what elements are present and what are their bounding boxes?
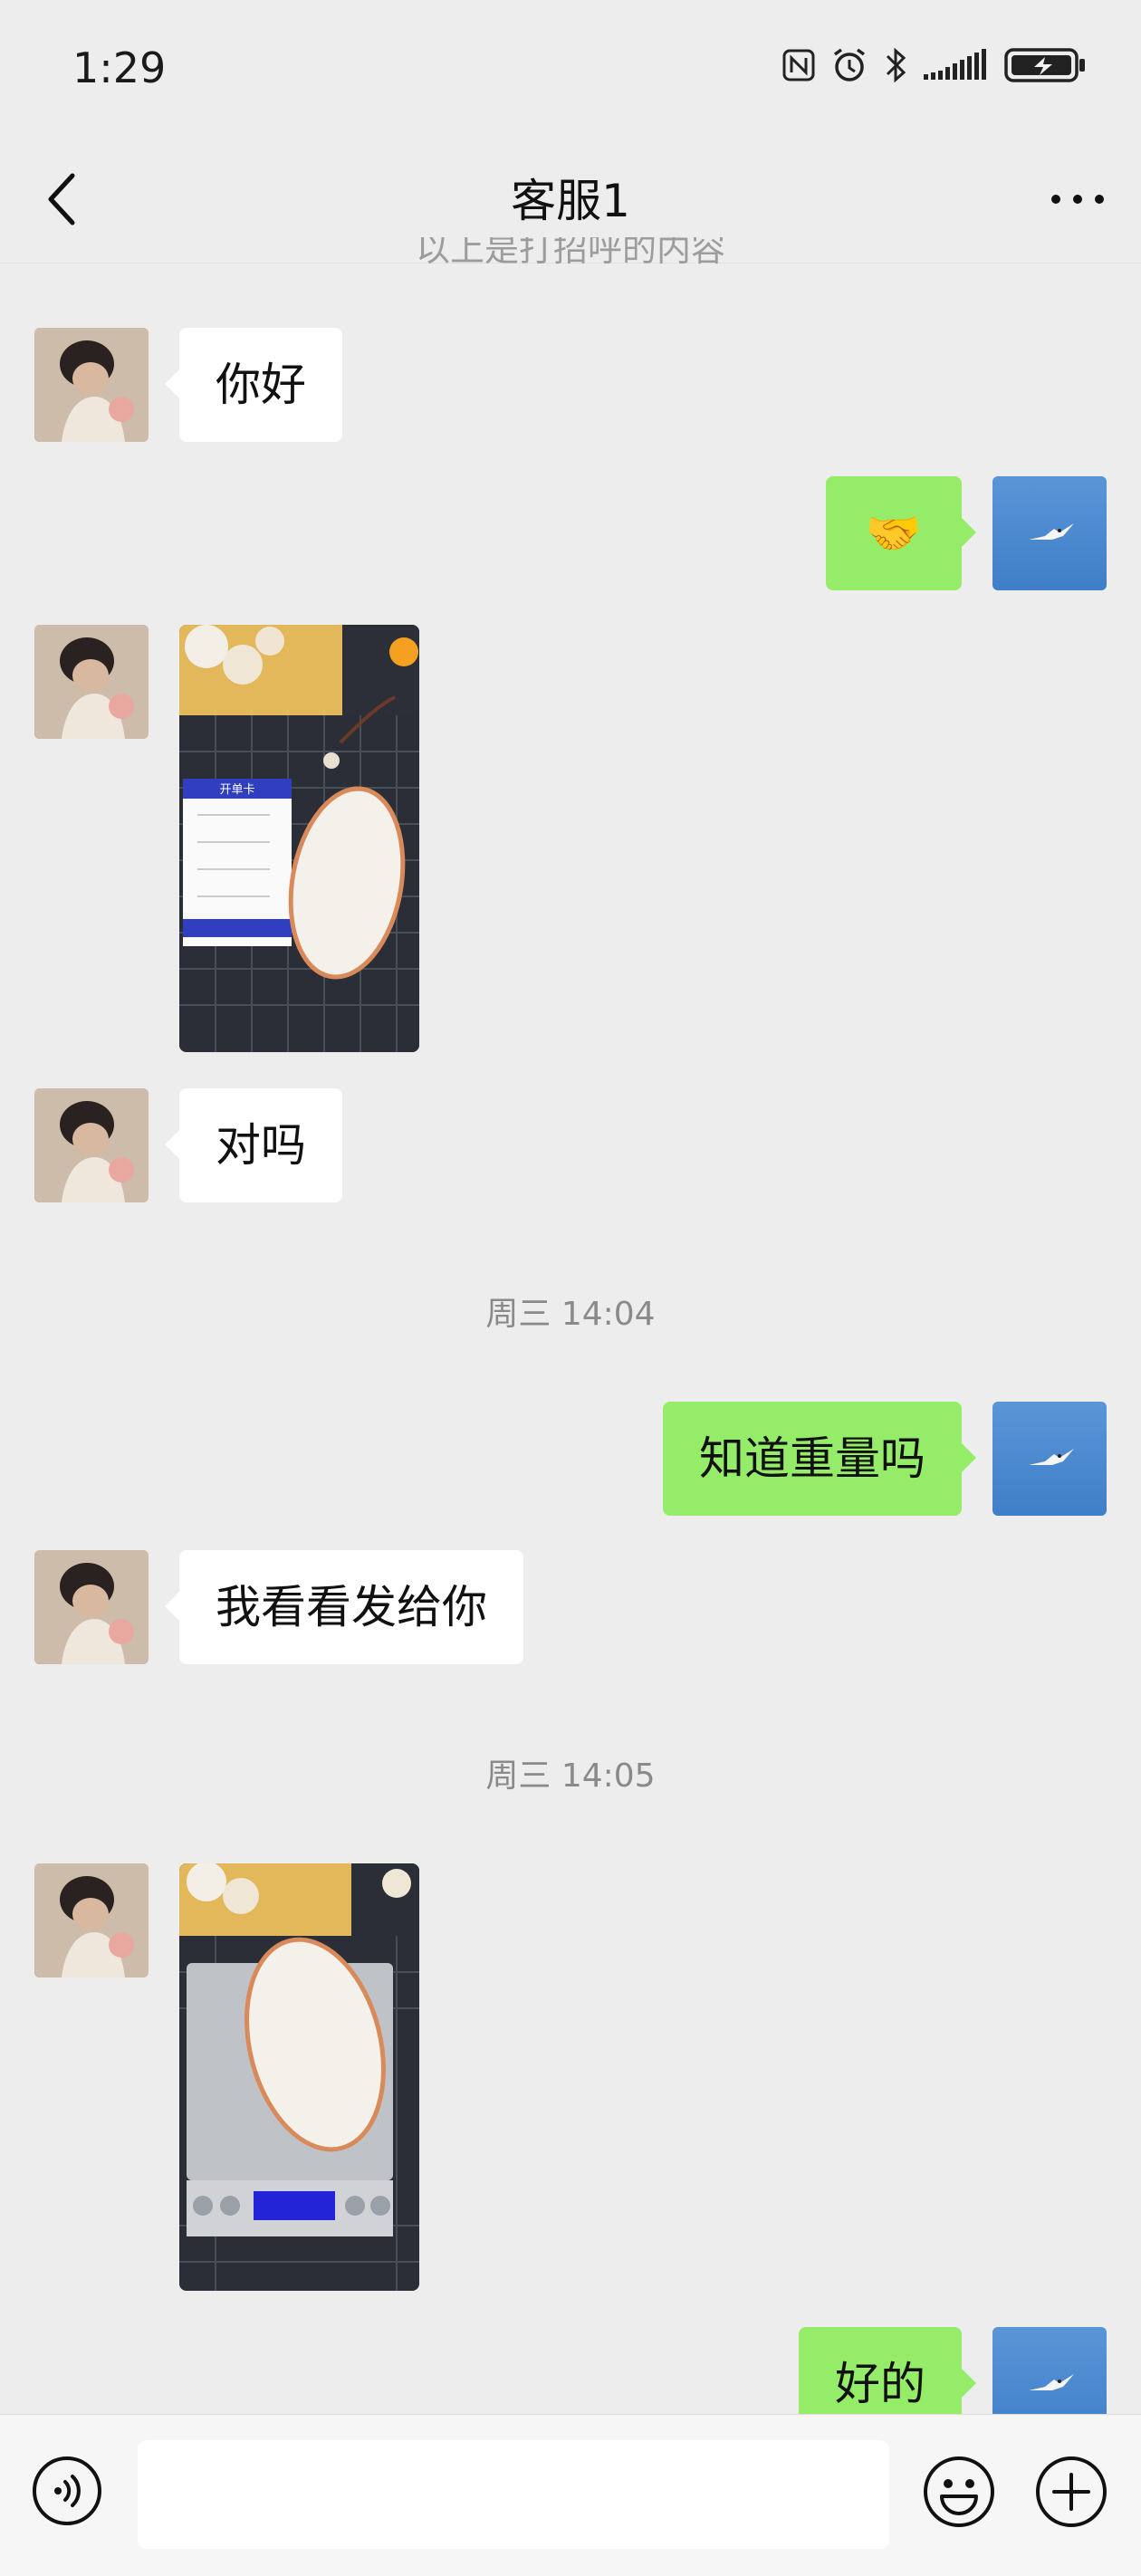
timestamp: 周三 14:04 (485, 1296, 656, 1333)
avatar-other[interactable] (34, 1550, 149, 1664)
voice-icon[interactable] (31, 2455, 103, 2527)
message-bubble[interactable]: 好的 (799, 2327, 976, 2414)
chat-title: 客服1 (511, 175, 630, 227)
timestamp: 周三 14:05 (485, 1757, 656, 1795)
battery-icon (1004, 48, 1085, 82)
jade-scale-photo (179, 1863, 419, 2291)
bluetooth-icon (886, 47, 906, 83)
avatar-self[interactable] (992, 2327, 1107, 2414)
status-time: 1:29 (72, 43, 167, 92)
status-bar: 1:29 (0, 0, 1141, 136)
avatar-other[interactable] (34, 625, 149, 739)
avatar-portrait (34, 1550, 149, 1664)
avatar-other[interactable] (34, 1088, 149, 1202)
nfc-icon (782, 49, 815, 81)
status-icons (781, 45, 1087, 85)
card-title-text: 开单卡 (219, 783, 254, 797)
message-bubble[interactable]: 对吗 (165, 1088, 342, 1202)
message-list[interactable]: 你好 🤝 开单卡 对吗 周三 14:04 知道重量吗 我看看发给你 周三 14:… (0, 263, 1141, 2414)
message-bubble-emoji[interactable]: 🤝 (825, 476, 977, 590)
avatar-self[interactable] (992, 1402, 1107, 1516)
jade-card-photo: 开单卡 (179, 625, 419, 1052)
avatar-other[interactable] (34, 328, 149, 442)
plus-icon[interactable] (1034, 2455, 1108, 2529)
message-bubble[interactable]: 我看看发给你 (165, 1550, 523, 1664)
more-icon[interactable] (1041, 172, 1114, 226)
input-bar (0, 2414, 1141, 2576)
message-input[interactable] (138, 2440, 889, 2549)
avatar-self[interactable] (992, 476, 1107, 590)
avatar-other[interactable] (34, 1863, 149, 1977)
signal-icon (924, 49, 986, 80)
avatar-portrait (34, 625, 149, 739)
emoji-icon[interactable] (922, 2455, 996, 2529)
message-bubble[interactable]: 你好 (165, 328, 342, 442)
avatar-portrait (34, 1863, 149, 1977)
seagull-icon (1029, 2374, 1074, 2390)
seagull-icon (1029, 523, 1074, 540)
alarm-icon (833, 48, 866, 81)
avatar-portrait (34, 1088, 149, 1202)
message-image[interactable]: 开单卡 (179, 625, 419, 1052)
message-bubble[interactable]: 知道重量吗 (663, 1402, 976, 1516)
avatar-portrait (34, 328, 149, 442)
seagull-icon (1029, 1449, 1074, 1465)
message-image[interactable] (179, 1863, 419, 2291)
